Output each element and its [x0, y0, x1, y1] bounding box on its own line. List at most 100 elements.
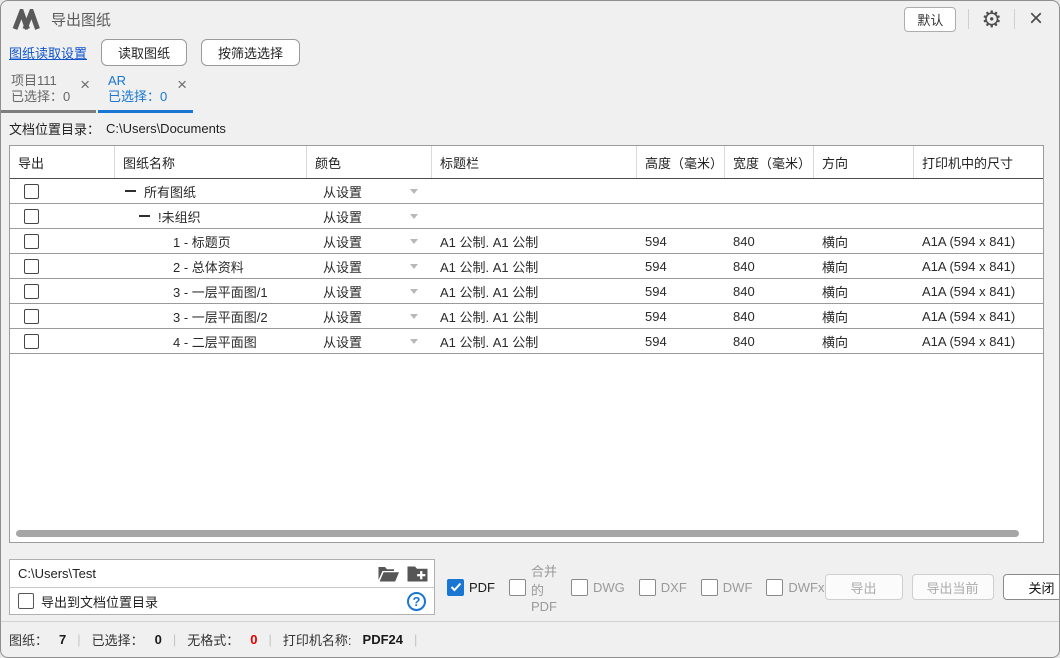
drawing-name: 2 - 总体资料 — [173, 257, 244, 276]
col-color: 颜色 — [307, 146, 432, 178]
titleblock-cell: A1 公制. A1 公制 — [432, 329, 637, 353]
orientation-cell: 横向 — [814, 304, 914, 328]
format-dwf[interactable]: DWF — [701, 579, 753, 596]
color-dropdown[interactable]: 从设置 — [307, 329, 432, 353]
color-dropdown[interactable]: 从设置 — [307, 179, 432, 203]
collapse-icon[interactable] — [125, 190, 136, 192]
tab-close-icon[interactable]: × — [80, 73, 92, 95]
sheets-count-label: 图纸： — [9, 630, 48, 649]
drawing-name: 1 - 标题页 — [173, 232, 231, 251]
chevron-down-icon — [410, 289, 418, 294]
close-button[interactable]: 关闭 — [1003, 574, 1060, 600]
row-export-checkbox[interactable] — [24, 284, 39, 299]
titlebar-actions: 默认 ⚙ × — [904, 7, 1045, 32]
titleblock-cell: A1 公制. A1 公制 — [432, 304, 637, 328]
height-cell: 594 — [637, 279, 725, 303]
scrollbar-thumb[interactable] — [16, 530, 1019, 537]
checkbox-icon[interactable] — [509, 579, 526, 596]
checkbox-icon[interactable] — [639, 579, 656, 596]
sheets-table: 导出 图纸名称 颜色 标题栏 高度（毫米） 宽度（毫米） 方向 打印机中的尺寸 … — [9, 145, 1044, 543]
tab-selected-count: 已选择：0 — [108, 89, 167, 105]
checkbox-icon[interactable] — [571, 579, 588, 596]
height-cell: 594 — [637, 329, 725, 353]
printer-size-cell: A1A (594 x 841) — [914, 329, 1043, 353]
checkbox-icon[interactable] — [701, 579, 718, 596]
tab-close-icon[interactable]: × — [177, 73, 189, 95]
table-row: 4 - 二层平面图 从设置 A1 公制. A1 公制 594 840 横向 A1… — [10, 329, 1043, 354]
export-current-button[interactable]: 导出当前 — [912, 574, 994, 600]
gear-icon[interactable]: ⚙ — [981, 8, 1002, 31]
height-cell — [637, 179, 725, 203]
tab-ar[interactable]: AR 已选择：0 × — [98, 71, 193, 113]
format-merged-pdf[interactable]: 合并的PDF — [509, 561, 557, 614]
status-bar: 图纸： 7 | 已选择： 0 | 无格式： 0 | 打印机名称: PDF24 | — [1, 621, 1059, 657]
folder-plus-icon[interactable] — [407, 566, 428, 582]
table-row: 2 - 总体资料 从设置 A1 公制. A1 公制 594 840 横向 A1A… — [10, 254, 1043, 279]
table-row: 1 - 标题页 从设置 A1 公制. A1 公制 594 840 横向 A1A … — [10, 229, 1043, 254]
color-dropdown[interactable]: 从设置 — [307, 229, 432, 253]
toolbar: 图纸读取设置 读取图纸 按筛选选择 — [1, 37, 1059, 67]
close-icon[interactable]: × — [1027, 7, 1045, 31]
divider — [968, 9, 969, 29]
row-export-checkbox[interactable] — [24, 334, 39, 349]
width-cell — [725, 179, 814, 203]
height-cell — [637, 204, 725, 228]
tab-project111[interactable]: 项目111 已选择：0 × — [1, 71, 96, 113]
row-export-checkbox[interactable] — [24, 184, 39, 199]
row-export-checkbox[interactable] — [24, 259, 39, 274]
read-drawings-button[interactable]: 读取图纸 — [101, 39, 187, 66]
default-button[interactable]: 默认 — [904, 7, 956, 32]
row-export-checkbox[interactable] — [24, 209, 39, 224]
row-export-checkbox[interactable] — [24, 234, 39, 249]
printer-size-cell: A1A (594 x 841) — [914, 304, 1043, 328]
help-icon[interactable]: ? — [407, 592, 426, 611]
format-dwg[interactable]: DWG — [571, 579, 625, 596]
sheets-count-value: 7 — [59, 632, 66, 647]
export-to-doc-label: 导出到文档位置目录 — [41, 592, 158, 611]
export-drawings-dialog: 导出图纸 默认 ⚙ × 图纸读取设置 读取图纸 按筛选选择 项目111 已选择：… — [0, 0, 1060, 658]
printer-size-cell: A1A (594 x 841) — [914, 254, 1043, 278]
width-cell: 840 — [725, 329, 814, 353]
height-cell: 594 — [637, 229, 725, 253]
color-dropdown[interactable]: 从设置 — [307, 204, 432, 228]
drawing-name: 3 - 一层平面图/1 — [173, 282, 268, 301]
orientation-cell: 横向 — [814, 329, 914, 353]
drawing-name: 4 - 二层平面图 — [173, 332, 257, 351]
format-dxf[interactable]: DXF — [639, 579, 687, 596]
selected-count-value: 0 — [155, 632, 162, 647]
checkbox-checked-icon[interactable] — [447, 579, 464, 596]
color-dropdown[interactable]: 从设置 — [307, 254, 432, 278]
format-dwfx[interactable]: DWFx — [766, 579, 824, 596]
table-empty-area — [10, 354, 1043, 528]
printer-size-cell — [914, 179, 1043, 203]
color-dropdown[interactable]: 从设置 — [307, 304, 432, 328]
printer-size-cell: A1A (594 x 841) — [914, 279, 1043, 303]
document-location-label: 文档位置目录： — [9, 119, 100, 138]
format-pdf[interactable]: PDF — [447, 579, 495, 596]
output-path-input[interactable] — [18, 566, 370, 581]
format-options: PDF 合并的PDF DWG DXF DWF DWFx — [447, 561, 825, 614]
col-export: 导出 — [10, 146, 115, 178]
export-to-doc-checkbox[interactable] — [18, 593, 34, 609]
printer-name-value: PDF24 — [363, 632, 403, 647]
tab-name: AR — [108, 73, 167, 89]
divider: | — [77, 632, 80, 647]
folder-open-icon[interactable] — [378, 566, 399, 582]
drawing-name: 所有图纸 — [144, 182, 196, 201]
title-bar: 导出图纸 默认 ⚙ × — [1, 1, 1059, 37]
export-button[interactable]: 导出 — [825, 574, 903, 600]
divider: | — [269, 632, 272, 647]
export-panel: 导出到文档位置目录 ? PDF 合并的PDF DWG DXF — [9, 559, 1051, 615]
table-row: 3 - 一层平面图/2 从设置 A1 公制. A1 公制 594 840 横向 … — [10, 304, 1043, 329]
drawing-name: 3 - 一层平面图/2 — [173, 307, 268, 326]
drawing-read-settings-link[interactable]: 图纸读取设置 — [9, 43, 87, 62]
checkbox-icon[interactable] — [766, 579, 783, 596]
table-row: 所有图纸 从设置 — [10, 179, 1043, 204]
select-by-filter-button[interactable]: 按筛选选择 — [201, 39, 300, 66]
tab-name: 项目111 — [11, 73, 70, 89]
collapse-icon[interactable] — [139, 215, 150, 217]
printer-size-cell — [914, 204, 1043, 228]
document-location-path: C:\Users\Documents — [106, 121, 226, 136]
row-export-checkbox[interactable] — [24, 309, 39, 324]
color-dropdown[interactable]: 从设置 — [307, 279, 432, 303]
